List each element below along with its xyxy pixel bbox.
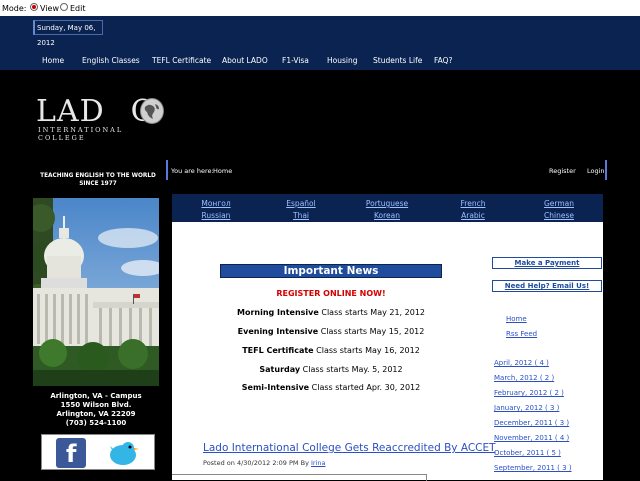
nav-tefl-certificate[interactable]: TEFL Certificate <box>152 56 211 65</box>
archive-link[interactable]: November, 2011 ( 4 ) <box>494 434 569 442</box>
archive-link[interactable]: October, 2011 ( 5 ) <box>494 449 561 457</box>
make-payment-button[interactable]: Make a Payment <box>492 257 602 269</box>
news-item: Evening Intensive Class starts May 15, 2… <box>237 327 425 336</box>
news-item: TEFL Certificate Class starts May 16, 20… <box>242 346 420 355</box>
capitol-photo <box>33 198 159 386</box>
lang-arabic[interactable]: Arabic <box>461 211 485 220</box>
logo-wordmark: LADO <box>36 94 155 129</box>
logo-subtitle: INTERNATIONAL COLLEGE <box>38 126 124 142</box>
nav-students-life[interactable]: Students Life <box>373 56 422 65</box>
email-us-button[interactable]: Need Help? Email Us! <box>492 280 602 292</box>
archive-link[interactable]: April, 2012 ( 4 ) <box>494 359 549 367</box>
view-radio[interactable] <box>30 3 38 11</box>
mode-bar: Mode: View Edit <box>0 0 640 17</box>
nav-f1-visa[interactable]: F1-Visa <box>282 56 309 65</box>
register-link[interactable]: Register <box>549 167 576 175</box>
archive-link[interactable]: February, 2012 ( 2 ) <box>494 389 564 397</box>
article-author-link[interactable]: Irina <box>311 459 326 467</box>
edit-radio[interactable] <box>60 3 68 11</box>
lang-german[interactable]: German <box>544 199 574 208</box>
twitter-icon[interactable] <box>106 438 140 468</box>
nav-housing[interactable]: Housing <box>327 56 358 65</box>
view-label[interactable]: View <box>40 4 59 13</box>
breadcrumb-prefix: You are here: <box>171 167 214 175</box>
article-title-link[interactable]: Lado International College Gets Reaccred… <box>203 442 496 454</box>
lang-mongolian[interactable]: Монгол <box>201 199 230 208</box>
tagline: TEACHING ENGLISH TO THE WORLD SINCE 1977 <box>40 173 156 187</box>
globe-icon <box>140 98 164 124</box>
mode-label: Mode: <box>2 4 27 13</box>
lang-russian[interactable]: Russian <box>202 211 231 220</box>
sidebar-home-link[interactable]: Home <box>506 315 527 323</box>
lang-portuguese[interactable]: Portuguese <box>366 199 408 208</box>
campus-address: Arlington, VA - Campus 1550 Wilson Blvd.… <box>50 392 142 427</box>
nav-home[interactable]: Home <box>42 56 64 65</box>
edit-label[interactable]: Edit <box>70 4 86 13</box>
breadcrumb-home[interactable]: Home <box>213 167 232 175</box>
lang-spanish[interactable]: Español <box>286 199 315 208</box>
lang-thai[interactable]: Thai <box>293 211 309 220</box>
news-item: Semi-Intensive Class started Apr. 30, 20… <box>241 383 421 392</box>
register-online-link[interactable]: REGISTER ONLINE NOW! <box>220 289 442 298</box>
rss-feed-link[interactable]: Rss Feed <box>506 330 537 338</box>
archive-link[interactable]: December, 2011 ( 3 ) <box>494 419 569 427</box>
login-link[interactable]: Login <box>587 167 605 175</box>
nav-faq[interactable]: FAQ? <box>434 56 453 65</box>
breadcrumb: You are here: Home Register Login <box>166 160 607 180</box>
news-item: Morning Intensive Class starts May 21, 2… <box>237 308 425 317</box>
important-news-heading: Important News <box>220 264 442 278</box>
news-item: Saturday Class starts May. 5, 2012 <box>259 365 403 374</box>
lang-korean[interactable]: Korean <box>374 211 400 220</box>
lang-french[interactable]: French <box>461 199 486 208</box>
date-display: Sunday, May 06, 2012 <box>33 20 103 47</box>
language-bar: Монгол Español Portuguese French German … <box>172 194 603 222</box>
article-meta: Posted on 4/30/2012 2:09 PM By Irina <box>203 459 326 467</box>
social-links: f <box>41 434 155 470</box>
lang-chinese[interactable]: Chinese <box>544 211 574 220</box>
nav-about-lado[interactable]: About LADO <box>222 56 268 65</box>
archive-link[interactable]: September, 2011 ( 3 ) <box>494 464 572 472</box>
archive-link[interactable]: January, 2012 ( 3 ) <box>494 404 559 412</box>
archive-link[interactable]: March, 2012 ( 2 ) <box>494 374 554 382</box>
nav-english-classes[interactable]: English Classes <box>82 56 140 65</box>
facebook-icon[interactable]: f <box>56 438 86 468</box>
site-logo[interactable]: LADO INTERNATIONAL COLLEGE <box>36 94 166 142</box>
